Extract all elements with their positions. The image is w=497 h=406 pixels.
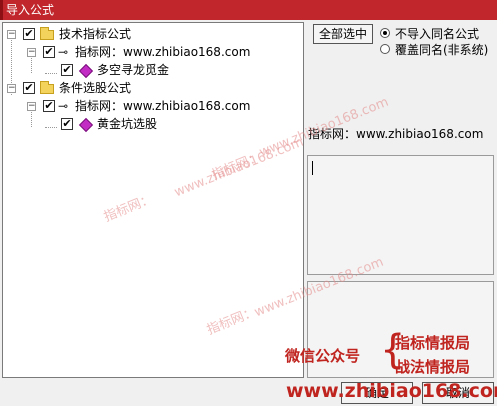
gem-icon: [78, 117, 94, 133]
tree-connector: [31, 109, 32, 127]
folder-icon: [40, 81, 54, 94]
collapse-toggle[interactable]: −: [7, 84, 16, 93]
tree-node-label: 指标网：www.zhibiao168.com: [75, 99, 251, 113]
radio-label: 覆盖同名(非系统): [395, 43, 489, 57]
tree-node-label: 技术指标公式: [59, 27, 132, 41]
checkbox[interactable]: ✔: [43, 46, 55, 58]
key-icon: ⊸: [58, 45, 69, 59]
text-caret: [312, 161, 313, 175]
tree-node-label: 黄金坑选股: [97, 117, 158, 131]
tree-node-label: 条件选股公式: [59, 81, 132, 95]
checkbox[interactable]: ✔: [23, 28, 35, 40]
radio-skip-duplicates[interactable]: [380, 28, 390, 38]
title-accent: [0, 0, 3, 20]
promo-wechat-label: 微信公众号: [285, 347, 361, 365]
tree-connector: [31, 55, 32, 73]
window-title: 导入公式: [6, 3, 55, 17]
folder-icon: [40, 27, 54, 40]
collapse-toggle[interactable]: −: [7, 30, 16, 39]
promo-url: www.zhibiao168.com: [286, 380, 497, 402]
tree-connector: [45, 73, 57, 74]
gem-icon: [78, 63, 94, 79]
tree-connector: [45, 127, 57, 128]
select-all-button[interactable]: 全部选中: [313, 24, 373, 44]
checkbox[interactable]: ✔: [23, 82, 35, 94]
promo-line2: 战法情报局: [395, 358, 471, 376]
radio-overwrite[interactable]: [380, 44, 390, 54]
checkbox[interactable]: ✔: [61, 118, 73, 130]
radio-label: 不导入同名公式: [395, 27, 480, 41]
promo-line1: 指标情报局: [395, 334, 471, 352]
tree-node-label: 指标网：www.zhibiao168.com: [75, 45, 251, 59]
checkbox[interactable]: ✔: [43, 100, 55, 112]
tree-node-label: 多空寻龙觅金: [97, 63, 170, 77]
collapse-toggle[interactable]: −: [27, 102, 36, 111]
checkbox[interactable]: ✔: [61, 64, 73, 76]
description-textbox[interactable]: [307, 155, 494, 275]
collapse-toggle[interactable]: −: [27, 48, 36, 57]
title-bar: 导入公式: [0, 0, 497, 20]
key-icon: ⊸: [58, 99, 69, 113]
